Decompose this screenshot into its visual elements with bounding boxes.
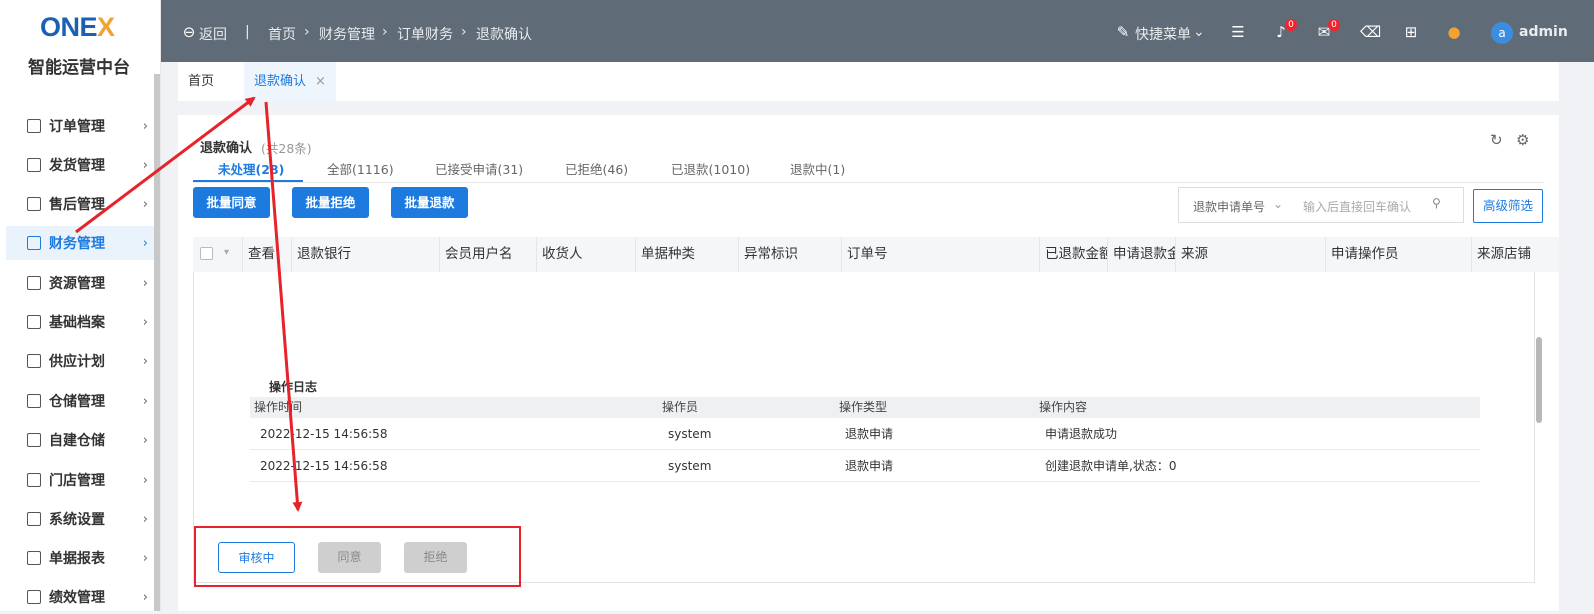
annotation-arrows xyxy=(75,96,303,512)
annotation-arrow xyxy=(264,101,303,512)
annotation-arrow xyxy=(75,96,256,234)
